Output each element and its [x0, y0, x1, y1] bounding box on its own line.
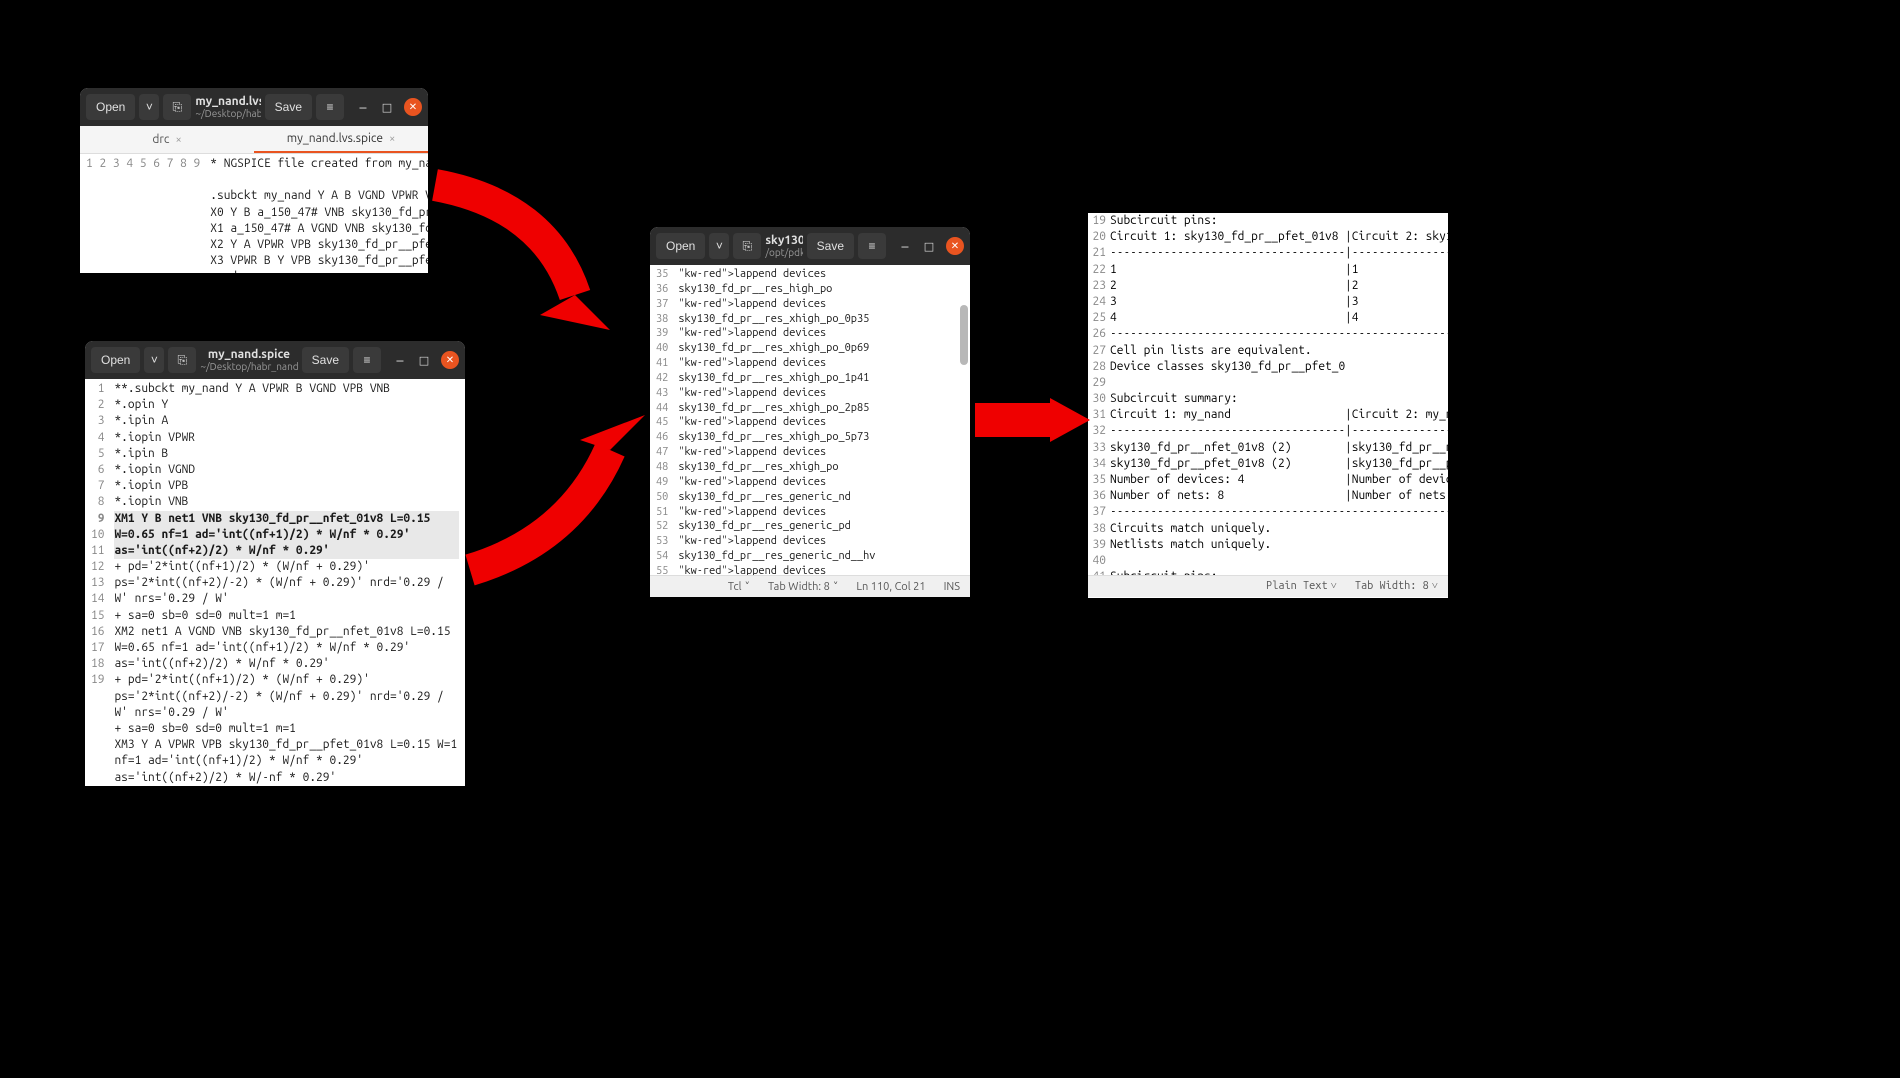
save-button[interactable]: Save: [807, 233, 854, 259]
new-tab-icon: ⎘: [178, 353, 188, 368]
hamburger-icon: ≡: [868, 239, 875, 253]
arrow-annotation: [970, 380, 1100, 464]
window-subtitle: ~/Desktop/habr_nand...: [200, 361, 297, 372]
hamburger-menu-button[interactable]: ≡: [316, 94, 344, 120]
open-button[interactable]: Open: [656, 233, 705, 259]
close-button[interactable]: ✕: [441, 351, 459, 369]
new-tab-button[interactable]: ⎘: [733, 233, 761, 259]
close-tab-icon[interactable]: ×: [175, 134, 181, 146]
editor-window-lvs-spice: Open ˅ ⎘ my_nand.lvs.spice ~/Desktop/hab…: [80, 88, 428, 273]
cursor-position[interactable]: Ln 110, Col 21: [856, 581, 925, 593]
hamburger-menu-button[interactable]: ≡: [353, 347, 381, 373]
line-number-gutter: 1 2 3 4 5 6 7 8 9: [80, 154, 204, 273]
open-button[interactable]: Open: [86, 94, 135, 120]
minimize-button[interactable]: –: [393, 353, 407, 367]
editor-window-tcl: Open ˅ ⎘ sky130A_setup.tcl /opt/pdk_root…: [650, 227, 970, 597]
close-tab-icon[interactable]: ×: [389, 133, 395, 145]
new-tab-icon: ⎘: [743, 239, 753, 254]
maximize-button[interactable]: □: [380, 100, 394, 114]
save-button[interactable]: Save: [302, 347, 349, 373]
titlebar[interactable]: Open ˅ ⎘ my_nand.spice ~/Desktop/habr_na…: [85, 341, 465, 379]
minimize-button[interactable]: –: [898, 239, 912, 253]
new-tab-button[interactable]: ⎘: [168, 347, 196, 373]
titlebar[interactable]: Open ˅ ⎘ sky130A_setup.tcl /opt/pdk_root…: [650, 227, 970, 265]
arrow-annotation: [460, 390, 680, 594]
chevron-down-icon: ˅: [833, 580, 839, 593]
save-button[interactable]: Save: [265, 94, 312, 120]
text-editor[interactable]: 1 2 3 4 5 6 7 8 9 * NGSPICE file created…: [80, 154, 428, 273]
tab-width-selector[interactable]: Tab Width: 8 ˅: [768, 580, 838, 593]
window-title: my_nand.spice: [200, 348, 297, 361]
arrow-annotation: [425, 175, 645, 359]
language-selector[interactable]: Plain Text ˅: [1266, 579, 1337, 594]
tab-width-selector[interactable]: Tab Width: 8 ˅: [1355, 579, 1438, 594]
hamburger-icon: ≡: [326, 100, 333, 114]
output-text[interactable]: 19Subcircuit pins:20Circuit 1: sky130_fd…: [1088, 213, 1448, 575]
line-number-gutter: 3536373839404142434445464748495051525354…: [650, 265, 672, 575]
code-content[interactable]: "kw-red">lappend devices sky130_fd_pr__r…: [672, 265, 970, 575]
new-tab-icon: ⎘: [173, 100, 183, 115]
window-title: sky130A_setup.tcl: [765, 234, 802, 247]
status-bar: Plain Text ˅ Tab Width: 8 ˅: [1088, 575, 1448, 597]
close-button[interactable]: ✕: [946, 237, 964, 255]
window-subtitle: /opt/pdk_root/sky130...: [765, 247, 802, 258]
maximize-button[interactable]: □: [922, 239, 936, 253]
open-recent-dropdown[interactable]: ˅: [139, 94, 159, 120]
language-selector[interactable]: Tcl ˅: [728, 580, 750, 593]
close-button[interactable]: ✕: [404, 98, 422, 116]
chevron-down-icon: ˅: [1331, 579, 1337, 594]
window-title: my_nand.lvs.spice: [195, 95, 260, 108]
window-subtitle: ~/Desktop/habr_nand_sky13...: [195, 108, 260, 119]
vertical-scrollbar[interactable]: [959, 265, 969, 575]
editor-window-spice: Open ˅ ⎘ my_nand.spice ~/Desktop/habr_na…: [85, 341, 465, 786]
open-button[interactable]: Open: [91, 347, 140, 373]
chevron-down-icon: ˅: [1432, 579, 1438, 594]
minimize-button[interactable]: –: [356, 100, 370, 114]
tab-drc[interactable]: drc×: [80, 126, 254, 153]
insert-mode[interactable]: INS: [944, 581, 960, 593]
open-recent-dropdown[interactable]: ˅: [144, 347, 164, 373]
text-editor[interactable]: 3536373839404142434445464748495051525354…: [650, 265, 970, 575]
chevron-down-icon: ˅: [745, 580, 751, 593]
hamburger-menu-button[interactable]: ≡: [858, 233, 886, 259]
output-panel: 19Subcircuit pins:20Circuit 1: sky130_fd…: [1088, 213, 1448, 598]
new-tab-button[interactable]: ⎘: [163, 94, 191, 120]
code-content[interactable]: * NGSPICE file created from my_nand.ext …: [204, 154, 428, 273]
text-editor[interactable]: 12345678910111213141516171819 **.subckt …: [85, 379, 465, 786]
hamburger-icon: ≡: [363, 353, 370, 367]
titlebar[interactable]: Open ˅ ⎘ my_nand.lvs.spice ~/Desktop/hab…: [80, 88, 428, 126]
scrollbar-thumb[interactable]: [960, 305, 968, 365]
maximize-button[interactable]: □: [417, 353, 431, 367]
tab-bar: drc× my_nand.lvs.spice×: [80, 126, 428, 154]
code-content[interactable]: **.subckt my_nand Y A VPWR B VGND VPB VN…: [108, 379, 465, 786]
tab-lvs-spice[interactable]: my_nand.lvs.spice×: [254, 126, 428, 153]
open-recent-dropdown[interactable]: ˅: [709, 233, 729, 259]
status-bar: Tcl ˅ Tab Width: 8 ˅ Ln 110, Col 21 INS: [650, 575, 970, 597]
line-number-gutter: 12345678910111213141516171819: [85, 379, 108, 786]
